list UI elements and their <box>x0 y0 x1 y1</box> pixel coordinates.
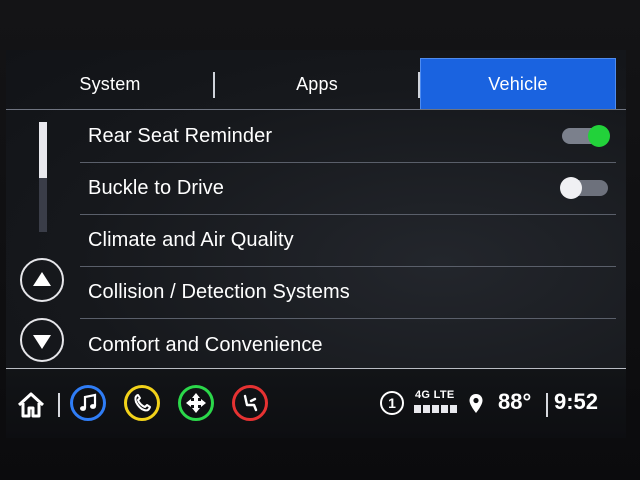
list-item-label: Comfort and Convenience <box>88 333 323 356</box>
notification-badge[interactable]: 1 <box>380 391 404 415</box>
list-item-collision-detection[interactable]: Collision / Detection Systems <box>80 267 616 319</box>
network-label: 4G LTE <box>415 389 455 401</box>
music-note-icon <box>80 393 97 411</box>
list-item-rear-seat-reminder[interactable]: Rear Seat Reminder <box>80 111 616 163</box>
tab-system-label: System <box>79 73 141 94</box>
tab-vehicle-label: Vehicle <box>488 73 548 94</box>
signal-bars-icon <box>414 405 457 413</box>
network-indicator: 4G LTE <box>411 389 457 419</box>
tab-divider <box>213 72 215 98</box>
scroll-up-button[interactable] <box>20 258 64 302</box>
seat-icon <box>243 394 258 412</box>
arrow-down-icon <box>33 334 51 349</box>
scrollbar-thumb[interactable] <box>39 122 47 178</box>
notification-count: 1 <box>388 395 396 411</box>
status-bar: 1 4G LTE 88° 9:52 <box>6 368 626 438</box>
clock: 9:52 <box>554 389 599 414</box>
status-divider <box>546 393 548 417</box>
phone-icon <box>134 394 151 412</box>
home-icon <box>17 392 45 418</box>
tab-underline <box>6 109 626 110</box>
arrow-up-icon <box>33 271 51 286</box>
list-item-label: Climate and Air Quality <box>88 229 294 251</box>
rear-seat-reminder-toggle[interactable] <box>562 125 610 147</box>
list-item-climate-air-quality[interactable]: Climate and Air Quality <box>80 215 616 267</box>
outside-temperature: 88° <box>498 389 532 414</box>
tab-apps-label: Apps <box>296 73 338 94</box>
phone-button[interactable] <box>124 385 160 421</box>
list-item-buckle-to-drive[interactable]: Buckle to Drive <box>80 163 616 215</box>
tab-system[interactable]: System <box>6 58 214 110</box>
scroll-down-button[interactable] <box>20 318 64 362</box>
home-button[interactable] <box>16 391 46 419</box>
toggle-knob <box>588 125 610 147</box>
tab-bar: System Apps Vehicle <box>6 58 626 110</box>
infotainment-screen: System Apps Vehicle Rear Seat Reminder B… <box>6 50 626 438</box>
settings-list: Rear Seat Reminder Buckle to Drive Clima… <box>80 111 616 371</box>
scrollbar[interactable] <box>39 122 47 232</box>
display-bezel: System Apps Vehicle Rear Seat Reminder B… <box>0 0 640 480</box>
navigation-button[interactable] <box>178 385 214 421</box>
navigation-icon <box>186 393 206 413</box>
location-pin-icon <box>468 393 484 415</box>
tab-apps[interactable]: Apps <box>214 58 420 110</box>
list-item-label: Buckle to Drive <box>88 177 224 199</box>
tab-vehicle[interactable]: Vehicle <box>420 58 616 110</box>
tab-divider <box>418 72 420 98</box>
onstar-button[interactable] <box>232 385 268 421</box>
status-divider <box>58 393 60 417</box>
toggle-knob <box>560 177 582 199</box>
list-item-label: Rear Seat Reminder <box>88 125 273 147</box>
list-item-comfort-convenience[interactable]: Comfort and Convenience <box>80 319 616 371</box>
media-button[interactable] <box>70 385 106 421</box>
list-item-label: Collision / Detection Systems <box>88 281 350 303</box>
buckle-to-drive-toggle[interactable] <box>560 177 608 199</box>
